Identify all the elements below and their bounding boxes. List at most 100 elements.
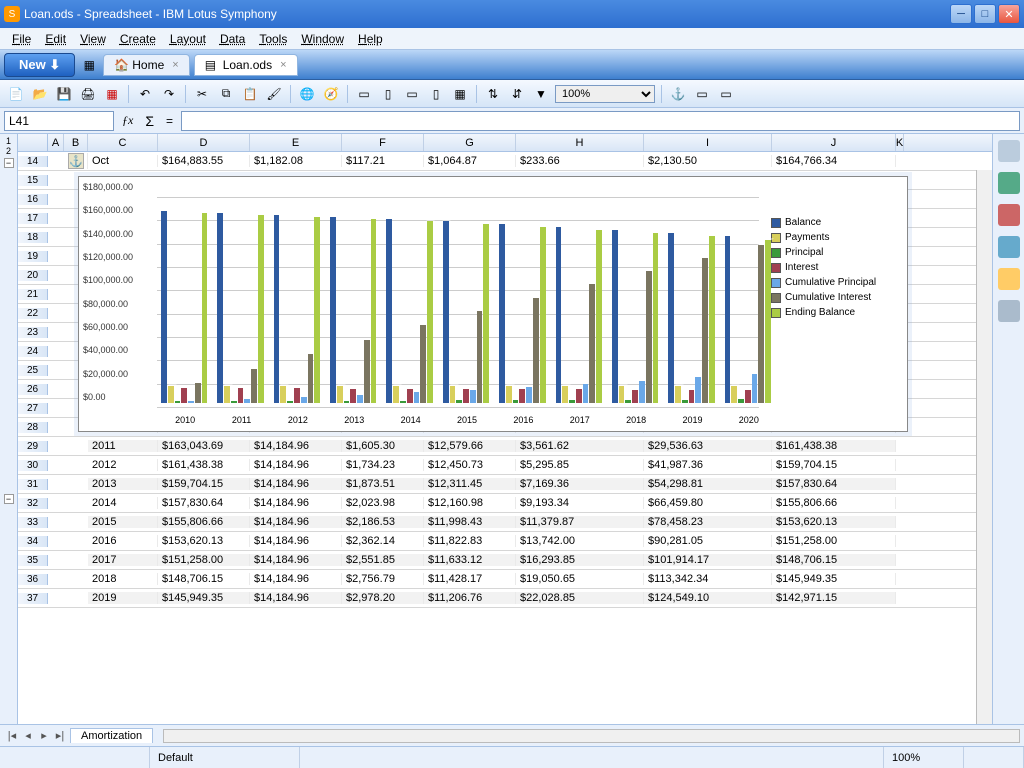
cell-J34[interactable]: $151,258.00 (772, 535, 896, 547)
insert-row-icon[interactable]: ▭ (354, 84, 374, 104)
menu-create[interactable]: Create (114, 30, 162, 48)
cell-C30[interactable]: 2012 (88, 459, 158, 471)
cell-I34[interactable]: $90,281.05 (644, 535, 772, 547)
cell-G33[interactable]: $11,998.43 (424, 516, 516, 528)
cell-C36[interactable]: 2018 (88, 573, 158, 585)
cell-I29[interactable]: $29,536.63 (644, 440, 772, 452)
column-header-D[interactable]: D (158, 134, 250, 151)
anchor-tool-icon[interactable]: ⚓ (668, 84, 688, 104)
open-icon[interactable]: 📂 (30, 84, 50, 104)
cell-D37[interactable]: $145,949.35 (158, 592, 250, 604)
delete-col-icon[interactable]: ▯ (426, 84, 446, 104)
sidepanel-toggle-icon[interactable] (998, 140, 1020, 162)
menu-edit[interactable]: Edit (39, 30, 72, 48)
cell-F31[interactable]: $1,873.51 (342, 478, 424, 490)
cell-I30[interactable]: $41,987.36 (644, 459, 772, 471)
cell-I32[interactable]: $66,459.80 (644, 497, 772, 509)
freeze-icon[interactable]: ▦ (450, 84, 470, 104)
sheet-tab-amortization[interactable]: Amortization (70, 728, 153, 743)
cell-E37[interactable]: $14,184.96 (250, 592, 342, 604)
cell-H35[interactable]: $16,293.85 (516, 554, 644, 566)
cell-E30[interactable]: $14,184.96 (250, 459, 342, 471)
cell-D34[interactable]: $153,620.13 (158, 535, 250, 547)
align-tool-icon[interactable]: ▭ (716, 84, 736, 104)
column-header-B[interactable]: B (64, 134, 88, 151)
cell-D14[interactable]: $164,883.55 (158, 155, 250, 167)
menu-tools[interactable]: Tools (253, 30, 293, 48)
cell-D29[interactable]: $163,043.69 (158, 440, 250, 452)
row-header-16[interactable]: 16 (18, 194, 48, 205)
cell-C31[interactable]: 2013 (88, 478, 158, 490)
format-paint-icon[interactable]: 🖌 (264, 84, 284, 104)
zoom-select[interactable]: 100% (555, 85, 655, 103)
column-header-K[interactable]: K (896, 134, 904, 151)
cell-E33[interactable]: $14,184.96 (250, 516, 342, 528)
outline-level-1[interactable]: 1 (6, 136, 11, 146)
cell-C33[interactable]: 2015 (88, 516, 158, 528)
cell-G29[interactable]: $12,579.66 (424, 440, 516, 452)
arrange-icon[interactable]: ▭ (692, 84, 712, 104)
chart-object[interactable]: $0.00$20,000.00$40,000.00$60,000.00$80,0… (78, 176, 908, 432)
cell-F37[interactable]: $2,978.20 (342, 592, 424, 604)
cell-H32[interactable]: $9,193.34 (516, 497, 644, 509)
column-header-E[interactable]: E (250, 134, 342, 151)
new-file-icon[interactable]: 📄 (6, 84, 26, 104)
row-header-25[interactable]: 25 (18, 365, 48, 376)
save-icon[interactable]: 💾 (54, 84, 74, 104)
cell-D30[interactable]: $161,438.38 (158, 459, 250, 471)
row-header-15[interactable]: 15 (18, 175, 48, 186)
cell-H14[interactable]: $233.66 (516, 155, 644, 167)
cell-J37[interactable]: $142,971.15 (772, 592, 896, 604)
insert-col-icon[interactable]: ▯ (378, 84, 398, 104)
horizontal-scrollbar[interactable] (163, 729, 1020, 743)
cell-F29[interactable]: $1,605.30 (342, 440, 424, 452)
cell-J31[interactable]: $157,830.64 (772, 478, 896, 490)
paste-icon[interactable]: 📋 (240, 84, 260, 104)
menu-window[interactable]: Window (295, 30, 350, 48)
tab-home-close-icon[interactable]: × (172, 59, 178, 71)
cell-E34[interactable]: $14,184.96 (250, 535, 342, 547)
styles-icon[interactable] (998, 204, 1020, 226)
cell-H33[interactable]: $11,379.87 (516, 516, 644, 528)
row-header-30[interactable]: 30 (18, 460, 48, 471)
cell-F30[interactable]: $1,734.23 (342, 459, 424, 471)
cell-H31[interactable]: $7,169.36 (516, 478, 644, 490)
new-document-button[interactable]: New ⬇ (4, 53, 75, 77)
cell-G30[interactable]: $12,450.73 (424, 459, 516, 471)
redo-icon[interactable]: ↷ (159, 84, 179, 104)
cell-F35[interactable]: $2,551.85 (342, 554, 424, 566)
cell-D35[interactable]: $151,258.00 (158, 554, 250, 566)
column-header-I[interactable]: I (644, 134, 772, 151)
cell-D36[interactable]: $148,706.15 (158, 573, 250, 585)
hyperlink-icon[interactable]: 🌐 (297, 84, 317, 104)
cell-F36[interactable]: $2,756.79 (342, 573, 424, 585)
outline-level-2[interactable]: 2 (6, 146, 11, 156)
cell-G31[interactable]: $12,311.45 (424, 478, 516, 490)
column-header-J[interactable]: J (772, 134, 896, 151)
vertical-scrollbar[interactable] (976, 170, 992, 724)
close-button[interactable]: ✕ (998, 4, 1020, 24)
minimize-button[interactable]: ─ (950, 4, 972, 24)
pdf-icon[interactable]: ▦ (102, 84, 122, 104)
cell-F33[interactable]: $2,186.53 (342, 516, 424, 528)
functions-icon[interactable] (998, 300, 1020, 322)
copy-icon[interactable]: ⧉ (216, 84, 236, 104)
cell-H37[interactable]: $22,028.85 (516, 592, 644, 604)
sheet-nav-next-icon[interactable]: ▸ (36, 729, 52, 742)
outline-collapse-bottom[interactable]: − (4, 494, 14, 504)
row-header-20[interactable]: 20 (18, 270, 48, 281)
cell-H36[interactable]: $19,050.65 (516, 573, 644, 585)
maximize-button[interactable]: □ (974, 4, 996, 24)
row-header-32[interactable]: 32 (18, 498, 48, 509)
tab-loan-ods[interactable]: ▤ Loan.ods × (194, 54, 298, 76)
cell-J35[interactable]: $148,706.15 (772, 554, 896, 566)
row-header-28[interactable]: 28 (18, 422, 48, 433)
row-header-17[interactable]: 17 (18, 213, 48, 224)
equals-icon[interactable]: = (162, 114, 177, 128)
cell-C29[interactable]: 2011 (88, 440, 158, 452)
cell-D31[interactable]: $159,704.15 (158, 478, 250, 490)
formula-input[interactable] (181, 111, 1020, 131)
row-header-29[interactable]: 29 (18, 441, 48, 452)
cell-C34[interactable]: 2016 (88, 535, 158, 547)
row-header-14[interactable]: 14 (18, 156, 48, 167)
